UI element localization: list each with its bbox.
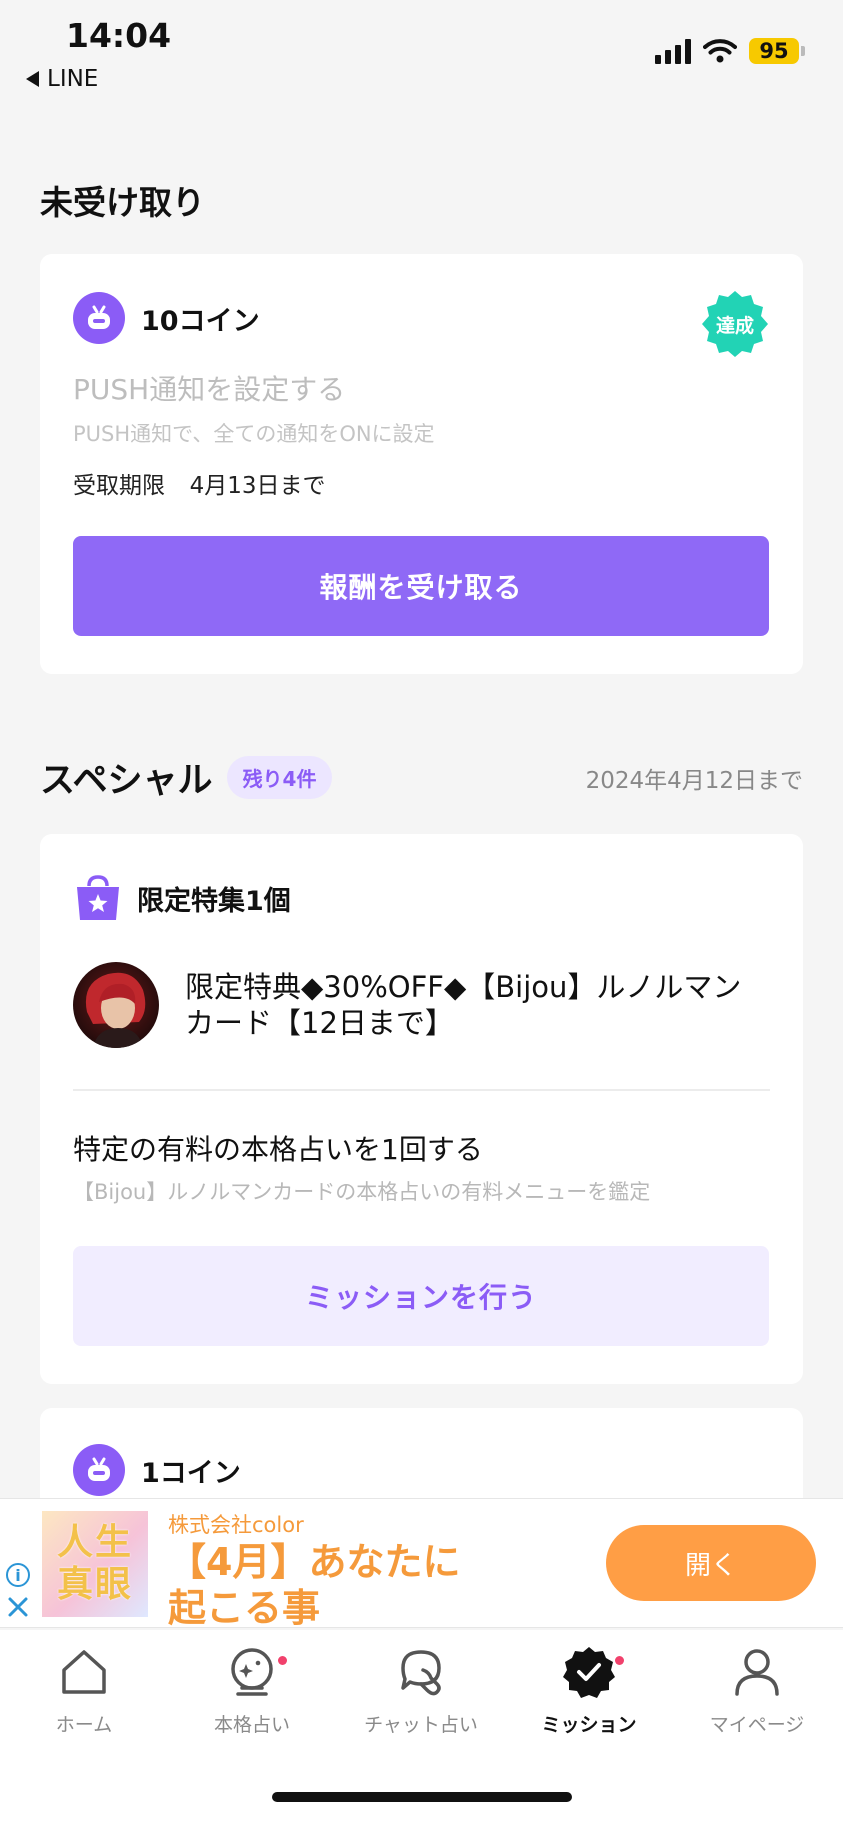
task-title: PUSH通知を設定する xyxy=(73,373,346,406)
next-reward-row: 1コイン xyxy=(73,1444,241,1496)
status-indicators: 95 xyxy=(655,38,805,64)
ad-image-text: 人生真眼 xyxy=(56,1522,133,1605)
home-icon xyxy=(62,1650,106,1694)
special-reward-label: 限定特集1個 xyxy=(137,885,291,917)
tab-chat-fortune-label: チャット占い xyxy=(364,1714,478,1736)
home-indicator[interactable] xyxy=(272,1792,572,1802)
coin-icon xyxy=(73,1444,125,1496)
product-item[interactable]: 限定特典◆30%OFF◆【Bijou】ルノルマンカード【12日まで】 xyxy=(73,962,770,1048)
tab-mission-label: ミッション xyxy=(541,1714,637,1736)
next-reward-label: 1コイン xyxy=(141,1457,241,1489)
shopping-bag-icon xyxy=(77,875,119,920)
tab-mypage-label: マイページ xyxy=(709,1714,805,1736)
ad-headline[interactable]: 【4月】あなたに起こる事 xyxy=(168,1539,498,1631)
tab-home-label: ホーム xyxy=(55,1714,113,1736)
tab-fortune-label: 本格占い xyxy=(213,1714,290,1736)
unclaimed-reward-card: 10コイン 達成 PUSH通知を設定する PUSH通知で、全ての通知をONに設定… xyxy=(40,254,803,674)
ad-company: 株式会社color xyxy=(168,1513,304,1537)
remaining-count-badge: 残り4件 xyxy=(226,756,333,799)
tab-mission[interactable]: ミッション xyxy=(505,1644,673,1737)
chat-icon xyxy=(401,1650,441,1696)
reward-label: 10コイン xyxy=(141,305,260,337)
do-mission-button[interactable]: ミッションを行う xyxy=(73,1246,769,1346)
crystal-ball-icon xyxy=(231,1648,273,1696)
achieved-badge: 達成 xyxy=(701,290,769,358)
cellular-signal-icon xyxy=(655,38,691,64)
ad-info-icon[interactable]: i xyxy=(6,1563,30,1587)
special-section-header: スペシャル 残り4件 2024年4月12日まで xyxy=(40,752,803,803)
mission-check-icon xyxy=(563,1647,615,1698)
expiry-date: 4月13日まで xyxy=(189,473,326,499)
unclaimed-section-title: 未受け取り xyxy=(40,183,205,222)
special-section-title: スペシャル xyxy=(40,761,213,801)
ad-close-icon[interactable] xyxy=(6,1595,30,1619)
reward-row: 10コイン xyxy=(73,292,260,344)
battery-cap-icon xyxy=(801,46,805,56)
mission-description: 【Bijou】ルノルマンカードの本格占いの有料メニューを鑑定 xyxy=(73,1180,651,1204)
special-deadline: 2024年4月12日まで xyxy=(585,767,803,794)
tab-mypage[interactable]: マイページ xyxy=(673,1644,841,1737)
product-title: 限定特典◆30%OFF◆【Bijou】ルノルマンカード【12日まで】 xyxy=(185,970,742,1040)
coin-icon xyxy=(73,292,125,344)
tab-fortune-notification-dot xyxy=(278,1656,287,1665)
tab-home[interactable]: ホーム xyxy=(0,1644,168,1737)
expiry-text: 受取期限 4月13日まで xyxy=(73,466,326,500)
mission-screen: 14:04 LINE 95 未受け取り 10コイン 達成 PUSH通知を設定する… xyxy=(0,0,843,1824)
back-triangle-icon xyxy=(26,71,39,87)
ad-open-button[interactable]: 開く xyxy=(606,1525,816,1601)
special-mission-card: 限定特集1個 限定特典◆30%OFF◆【Bijou】ルノルマンカード【12日まで… xyxy=(40,834,803,1384)
tab-mission-notification-dot xyxy=(615,1656,624,1665)
special-reward-row: 限定特集1個 xyxy=(73,874,291,922)
task-description: PUSH通知で、全ての通知をONに設定 xyxy=(73,422,435,446)
mission-title: 特定の有料の本格占いを1回する xyxy=(73,1133,483,1166)
claim-reward-button[interactable]: 報酬を受け取る xyxy=(73,536,769,636)
person-icon xyxy=(735,1649,779,1696)
battery-indicator: 95 xyxy=(749,38,805,64)
fortune-teller-avatar xyxy=(73,962,159,1048)
tab-fortune[interactable]: 本格占い xyxy=(168,1644,336,1737)
wifi-icon xyxy=(703,39,737,63)
battery-level: 95 xyxy=(749,38,799,64)
back-to-app-link[interactable]: LINE xyxy=(26,66,98,92)
ad-banner[interactable]: i 人生真眼 株式会社color 【4月】あなたに起こる事 開く xyxy=(0,1498,843,1631)
card-divider xyxy=(73,1089,770,1091)
back-app-label: LINE xyxy=(47,66,99,92)
status-time: 14:04 xyxy=(66,16,172,55)
tab-chat-fortune[interactable]: チャット占い xyxy=(337,1644,505,1737)
expiry-label: 受取期限 xyxy=(73,473,165,499)
ad-image[interactable]: 人生真眼 xyxy=(42,1511,148,1617)
achieved-badge-label: 達成 xyxy=(715,314,754,337)
